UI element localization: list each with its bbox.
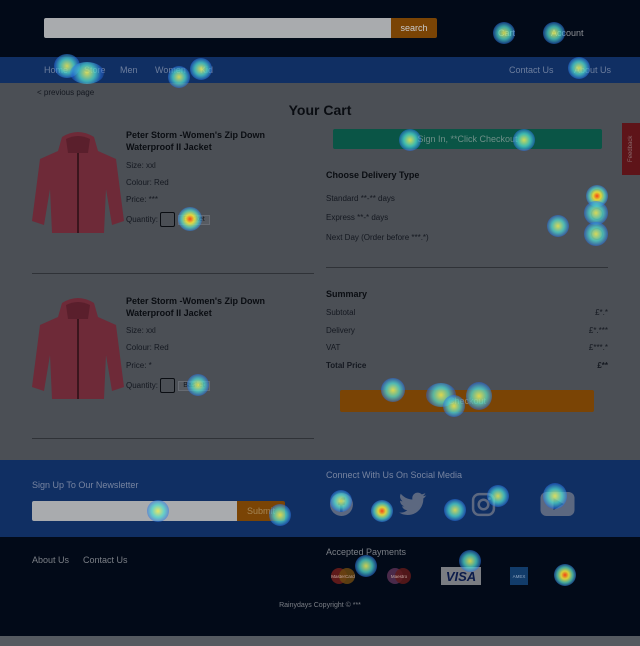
amex-icon: AMEX — [510, 567, 528, 585]
delivery-option-express: Express **-* days — [326, 213, 389, 222]
feedback-tab[interactable]: Feedback — [622, 123, 640, 175]
product-price: Price: * — [126, 361, 152, 370]
main-nav: Home Store Men Women Kid Contact Us Abou… — [0, 57, 640, 83]
product-colour: Colour: Red — [126, 178, 169, 187]
search-input[interactable] — [44, 18, 392, 38]
product-price: Price: *** — [126, 195, 159, 204]
total-label: Total Price — [326, 361, 367, 370]
jacket-image[interactable] — [32, 295, 124, 401]
previous-page-link[interactable]: < previous page — [37, 88, 94, 97]
facebook-icon[interactable] — [329, 492, 354, 517]
product-size: Size: xxl — [126, 326, 156, 335]
payments-heading: Accepted Payments — [326, 547, 407, 557]
instagram-icon[interactable] — [471, 492, 496, 517]
item-divider — [32, 273, 314, 274]
nav-item-contact[interactable]: Contact Us — [509, 65, 554, 75]
nav-item-store[interactable]: Store — [84, 65, 106, 75]
footer-link-contact[interactable]: Contact Us — [83, 555, 128, 565]
delivery-radio-express[interactable] — [591, 208, 603, 220]
delivery-radio-nextday[interactable] — [591, 228, 603, 240]
cart-main: < previous page Your Cart Peter Storm -W… — [0, 83, 640, 460]
page-title: Your Cart — [288, 102, 352, 118]
product-name[interactable]: Peter Storm -Women's Zip Down Waterproof… — [126, 129, 276, 153]
amex-label: AMEX — [513, 574, 526, 579]
checkout-button[interactable]: Checkout — [340, 390, 594, 412]
product-name[interactable]: Peter Storm -Women's Zip Down Waterproof… — [126, 295, 276, 319]
search-button[interactable]: search — [391, 18, 437, 38]
youtube-icon[interactable] — [540, 492, 575, 516]
page-bottom-strip — [0, 636, 640, 646]
maestro-label: Maestro — [391, 574, 408, 579]
summary-label: VAT — [326, 343, 341, 352]
jacket-image[interactable] — [32, 129, 124, 235]
summary-value: £***.* — [588, 343, 608, 352]
mastercard-icon: MasterCard — [331, 568, 355, 584]
item-divider — [32, 438, 314, 439]
visa-label: VISA — [446, 569, 476, 584]
quantity-label: Quantity: — [126, 215, 159, 224]
nav-item-about[interactable]: About Us — [574, 65, 611, 75]
total-value: £** — [597, 361, 608, 370]
delivery-radio-standard[interactable] — [591, 189, 603, 201]
summary-label: Subtotal — [326, 308, 356, 317]
cart-item: Peter Storm -Women's Zip Down Waterproof… — [32, 295, 314, 445]
quantity-input[interactable] — [160, 212, 175, 227]
newsletter-email-input[interactable] — [32, 501, 238, 521]
copyright-text: Rainydays Copyright © *** — [279, 602, 361, 609]
product-colour: Colour: Red — [126, 343, 169, 352]
section-divider — [326, 267, 608, 268]
nav-item-women[interactable]: Women — [155, 65, 186, 75]
social-heading: Connect With Us On Social Media — [326, 470, 463, 480]
quantity-input[interactable] — [160, 378, 175, 393]
account-link[interactable]: Account — [551, 28, 584, 38]
delivery-option-standard: Standard **-** days — [326, 194, 395, 203]
cart-link[interactable]: Cart — [498, 28, 515, 38]
cart-item: Peter Storm -Women's Zip Down Waterproof… — [32, 129, 314, 279]
nav-item-home[interactable]: Home — [44, 65, 68, 75]
twitter-icon[interactable] — [396, 492, 428, 518]
delivery-heading: Choose Delivery Type — [326, 170, 420, 180]
site-footer: About Us Contact Us Accepted Payments Ma… — [0, 537, 640, 636]
top-header: search Cart Account — [0, 0, 640, 57]
newsletter-heading: Sign Up To Our Newsletter — [32, 480, 139, 490]
summary-value: £*.*** — [588, 326, 608, 335]
signin-checkout-button[interactable]: Sign In, **Click Checkout — [333, 129, 602, 149]
footer-link-about[interactable]: About Us — [32, 555, 69, 565]
newsletter-submit-button[interactable]: Submit — [237, 501, 285, 521]
summary-value: £*.* — [595, 308, 608, 317]
delivery-option-nextday: Next Day (Order before ***.*) — [326, 233, 429, 242]
newsletter-section: Sign Up To Our Newsletter Submit Connect… — [0, 460, 640, 537]
quantity-label: Quantity: — [126, 381, 159, 390]
summary-label: Delivery — [326, 326, 355, 335]
mastercard-label: MasterCard — [331, 574, 355, 579]
nav-item-kid[interactable]: Kid — [200, 65, 213, 75]
basket-button[interactable]: Basket — [178, 215, 210, 225]
summary-heading: Summary — [326, 289, 368, 299]
maestro-icon: Maestro — [387, 568, 411, 584]
visa-icon: VISA — [441, 567, 481, 585]
nav-item-men[interactable]: Men — [120, 65, 138, 75]
product-size: Size: xxl — [126, 161, 156, 170]
basket-button[interactable]: Basket — [178, 381, 210, 391]
